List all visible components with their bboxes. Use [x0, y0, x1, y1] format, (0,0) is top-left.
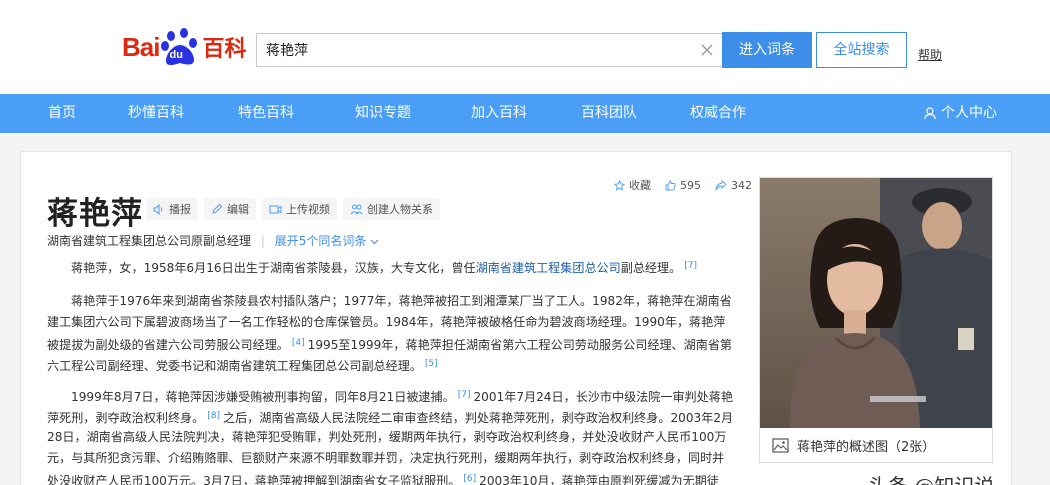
- user-icon: [924, 107, 936, 120]
- text-run: 1999年8月7日，蒋艳萍因涉嫌受贿被刑事拘留，同年8月21日被逮捕。: [71, 390, 455, 404]
- text-run: 萍死刑，剥夺政治权利终身。: [47, 411, 205, 425]
- chevron-down-icon: [370, 239, 379, 245]
- reference-8[interactable]: [8]: [207, 411, 220, 421]
- text-run: 1995至1999年，蒋艳萍担任湖南省第六工程公司劳动服务公司经理、湖南省第: [307, 338, 733, 352]
- image-icon: [772, 438, 789, 453]
- paw-icon: du: [160, 27, 200, 67]
- text-run: 蒋艳萍，女，1958年6月16日出生于湖南省茶陵县，汉族，大专文化，曾任: [71, 261, 476, 275]
- album-caption-label: 蒋艳萍的概述图（2张）: [797, 440, 936, 455]
- expand-terms-label: 展开5个同名词条: [274, 234, 367, 248]
- like-count: 595: [680, 178, 701, 192]
- upload-video-label: 上传视频: [286, 203, 330, 216]
- paragraph-trial: 1999年8月7日，蒋艳萍因涉嫌受贿被刑事拘留，同年8月21日被逮捕。 [7] 20…: [47, 385, 733, 485]
- entry-tools: 播报 编辑 上传视频 创建人物关系: [146, 198, 440, 220]
- video-icon: [269, 205, 282, 213]
- paragraph-line: 元，与其所犯贪污罪、介绍贿赂罪、巨额财产来源不明罪数罪并罚，决定执行死刑，缓期两…: [47, 451, 725, 465]
- text-run: 2003年10月，蒋艳萍由原判死缓减为无期徒: [479, 474, 719, 485]
- edit-label: 编辑: [227, 203, 249, 216]
- nav-item-miaodong[interactable]: 秒懂百科: [128, 94, 184, 133]
- text-run: 处没收财产人民币100万元。3月7日，蒋艳萍被押解到湖南省女子监狱服刑。: [47, 474, 461, 485]
- baidu-baike-logo[interactable]: Bai du 百科: [122, 27, 246, 67]
- entry-title: 蒋艳萍: [47, 196, 143, 232]
- user-center-label: 个人中心: [941, 105, 997, 121]
- reference-7[interactable]: [7]: [458, 390, 471, 400]
- pencil-icon: [212, 203, 223, 214]
- text-run: 2001年7月24日，长沙市中级法院一审判处蒋艳: [473, 390, 733, 404]
- album-card[interactable]: 蒋艳萍的概述图（2张）: [759, 177, 993, 463]
- expand-same-name-terms[interactable]: 展开5个同名词条: [275, 234, 379, 248]
- paragraph-line: 28日，湖南省高级人民法院判决，蒋艳萍犯受贿罪，判处死刑，缓期两年执行，剥夺政治…: [47, 430, 727, 444]
- text-run: 六工程公司副经理、党委书记和湖南省建筑工程集团总公司副总经理。: [47, 359, 422, 373]
- share-button[interactable]: 342: [715, 179, 752, 192]
- upload-video-button[interactable]: 上传视频: [262, 198, 337, 220]
- watermark: 头条 @知识说: [868, 470, 994, 485]
- help-link[interactable]: 帮助: [918, 46, 942, 63]
- paragraph-line: 萍死刑，剥夺政治权利终身。 [8] 之后，湖南省高级人民法院经二审审查终结，判处蒋艳…: [47, 406, 733, 427]
- collect-button[interactable]: 收藏: [614, 177, 651, 193]
- paragraph-line: 处没收财产人民币100万元。3月7日，蒋艳萍被押解到湖南省女子监狱服刑。 [6] 2…: [47, 469, 733, 485]
- share-count: 342: [731, 178, 752, 192]
- nav-item-topics[interactable]: 知识专题: [355, 94, 411, 133]
- clear-icon[interactable]: [700, 43, 714, 57]
- text-run: 副总经理。: [620, 261, 682, 275]
- create-relation-button[interactable]: 创建人物关系: [343, 198, 440, 220]
- nav-item-join[interactable]: 加入百科: [471, 94, 527, 133]
- search-input[interactable]: [257, 34, 687, 66]
- reference-5[interactable]: [5]: [425, 359, 438, 369]
- reference-7[interactable]: [7]: [684, 261, 697, 271]
- broadcast-label: 播报: [169, 203, 191, 216]
- speaker-icon: [153, 203, 163, 215]
- like-button[interactable]: 595: [665, 179, 701, 192]
- nav-item-home[interactable]: 首页: [48, 94, 76, 133]
- logo-text-du: du: [169, 49, 183, 61]
- reference-6[interactable]: [6]: [463, 474, 476, 484]
- broadcast-button[interactable]: 播报: [146, 198, 198, 220]
- enter-entry-button[interactable]: 进入词条: [722, 32, 812, 68]
- paragraph-line: 被提拔为副处级的省建六公司劳服公司经理。 [4] 1995至1999年，蒋艳萍担任湖…: [47, 333, 733, 354]
- entry-subtitle-row: 湖南省建筑工程集团总公司原副总经理 | 展开5个同名词条: [47, 232, 379, 249]
- entry-stats: 收藏 595 342: [614, 177, 752, 193]
- paragraph-line: 蒋艳萍于1976年来到湖南省茶陵县农村插队落户；1977年，蒋艳萍被招工到湘潭某…: [71, 294, 732, 308]
- album-caption[interactable]: 蒋艳萍的概述图（2张）: [760, 428, 992, 463]
- reference-4[interactable]: [4]: [292, 338, 305, 348]
- company-link[interactable]: 湖南省建筑工程集团总公司: [476, 261, 621, 275]
- search-box: [256, 33, 722, 67]
- text-run: 被提拔为副处级的省建六公司劳服公司经理。: [47, 338, 289, 352]
- nav-item-team[interactable]: 百科团队: [581, 94, 637, 133]
- top-header: Bai du 百科 进入词条 全站搜索 帮助: [0, 0, 1050, 94]
- edit-button[interactable]: 编辑: [204, 198, 256, 220]
- site-search-button[interactable]: 全站搜索: [816, 32, 907, 68]
- divider: |: [260, 234, 265, 248]
- text-run: 之后，湖南省高级人民法院经二审审查终结，判处蒋艳萍死刑，剥夺政治权利终身。200…: [222, 411, 733, 425]
- paragraph-line: 蒋艳萍，女，1958年6月16日出生于湖南省茶陵县，汉族，大专文化，曾任湖南省建…: [47, 256, 733, 277]
- collect-label: 收藏: [629, 179, 651, 192]
- paragraph-line: 六工程公司副经理、党委书记和湖南省建筑工程集团总公司副总经理。 [5]: [47, 354, 733, 375]
- thumbs-up-icon: [665, 180, 676, 190]
- create-relation-label: 创建人物关系: [367, 203, 433, 216]
- paragraph-intro: 蒋艳萍，女，1958年6月16日出生于湖南省茶陵县，汉族，大专文化，曾任湖南省建…: [47, 256, 733, 277]
- paragraph-career: 蒋艳萍于1976年来到湖南省茶陵县农村插队落户；1977年，蒋艳萍被招工到湘潭某…: [47, 291, 733, 375]
- main-nav: 首页 秒懂百科 特色百科 知识专题 加入百科 百科团队 权威合作 个人中心: [0, 94, 1050, 133]
- entry-photo[interactable]: [760, 178, 992, 428]
- share-icon: [715, 179, 727, 190]
- nav-item-featured[interactable]: 特色百科: [238, 94, 294, 133]
- logo-text-baike: 百科: [202, 37, 247, 62]
- paragraph-line: 建工集团六公司下属碧波商场当了一名工作轻松的仓库保管员。1984年，蒋艳萍被破格…: [47, 315, 726, 329]
- nav-item-partners[interactable]: 权威合作: [690, 94, 746, 133]
- paragraph-line: 1999年8月7日，蒋艳萍因涉嫌受贿被刑事拘留，同年8月21日被逮捕。 [7] 20…: [47, 385, 733, 406]
- star-icon: [614, 179, 625, 191]
- user-center-link[interactable]: 个人中心: [924, 94, 997, 133]
- people-icon: [350, 204, 363, 215]
- logo-text-bai: Bai: [122, 31, 160, 62]
- entry-subtitle: 湖南省建筑工程集团总公司原副总经理: [47, 234, 252, 248]
